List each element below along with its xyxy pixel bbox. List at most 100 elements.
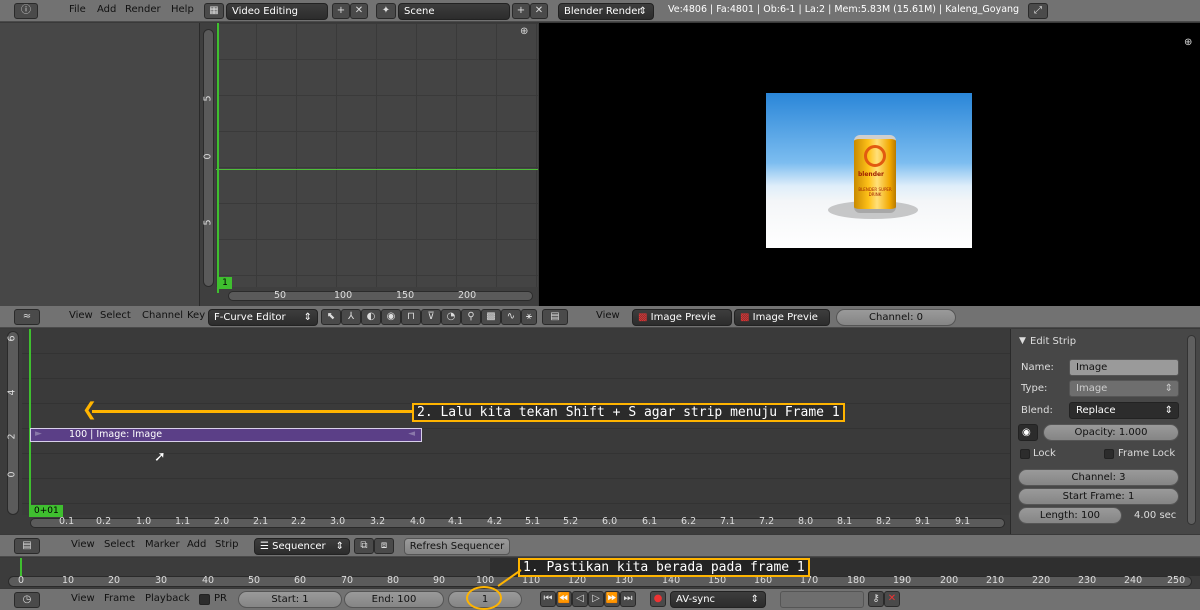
play-icon[interactable]: ▷	[588, 591, 604, 607]
menu-view[interactable]: View	[71, 539, 95, 550]
image-strip[interactable]: ► 100 | Image: Image ◄	[30, 428, 422, 442]
menu-add[interactable]: Add	[187, 539, 206, 550]
frame-lock-checkbox[interactable]	[1104, 449, 1114, 459]
lock-checkbox[interactable]	[1020, 449, 1030, 459]
start-frame-field[interactable]: Start Frame: 1	[1018, 488, 1179, 505]
jump-prev-keyframe-icon[interactable]: ⏪	[556, 591, 572, 607]
sequencer-playhead[interactable]	[29, 329, 31, 517]
checker-icon[interactable]: ▩	[481, 309, 501, 325]
preview-range-checkbox[interactable]	[199, 594, 210, 605]
start-frame-input[interactable]: Start: 1	[238, 591, 342, 608]
layout-selector[interactable]: Video Editing	[226, 3, 328, 20]
scene-icon[interactable]: ✦	[376, 3, 396, 19]
bone-icon[interactable]: ⚹	[521, 309, 537, 325]
menu-key[interactable]: Key	[187, 310, 205, 321]
name-field[interactable]: Image	[1069, 359, 1179, 376]
menu-channel[interactable]: Channel	[142, 310, 183, 321]
menu-add[interactable]: Add	[97, 4, 116, 15]
preview-mode-selector[interactable]: ▩ Image Previe	[734, 309, 830, 326]
menu-select[interactable]: Select	[104, 539, 135, 550]
editor-type-sequencer-icon[interactable]: ▤	[14, 538, 40, 554]
menu-playback[interactable]: Playback	[145, 593, 190, 604]
seq-y-tick: 0	[6, 471, 18, 478]
remove-layout-icon[interactable]: ✕	[350, 3, 368, 19]
strip-left-handle-icon[interactable]: ►	[35, 429, 42, 439]
channel-number-field[interactable]: Channel: 3	[1018, 469, 1179, 486]
curve-icon[interactable]: ∿	[501, 309, 521, 325]
menu-render[interactable]: Render	[125, 4, 161, 15]
channel-field[interactable]: Channel: 0	[836, 309, 956, 326]
render-engine-selector[interactable]: Blender Render ⇕	[558, 3, 654, 20]
fullscreen-icon[interactable]: ⤢	[1028, 3, 1048, 19]
opacity-toggle-icon[interactable]: ◉	[1018, 424, 1038, 441]
refresh-sequencer-button[interactable]: Refresh Sequencer	[404, 538, 510, 555]
sequencer-mode-selector[interactable]: ☰ Sequencer ⇕	[254, 538, 350, 555]
graph-editor-area: 5 0 5 1 50 100 150 200 ⊕	[0, 23, 538, 306]
menu-select[interactable]: Select	[100, 310, 131, 321]
menu-view[interactable]: View	[69, 310, 93, 321]
menu-view[interactable]: View	[596, 310, 620, 321]
seq-x-tick: 8.0	[798, 516, 814, 527]
keying-add-icon[interactable]: ⚷	[868, 591, 884, 607]
paste-icon[interactable]: ⚲	[461, 309, 481, 325]
region-plus-icon[interactable]: ⊕	[520, 26, 528, 37]
layout-icon[interactable]: ▦	[204, 3, 224, 19]
editor-type-graph-icon[interactable]: ≈	[14, 309, 40, 325]
menu-strip[interactable]: Strip	[215, 539, 239, 550]
play-reverse-icon[interactable]: ◁	[572, 591, 588, 607]
strip-right-handle-icon[interactable]: ◄	[408, 429, 415, 439]
blend-selector[interactable]: Replace ⇕	[1069, 402, 1179, 419]
filter-icon[interactable]: ◐	[361, 309, 381, 325]
menu-marker[interactable]: Marker	[145, 539, 180, 550]
jump-next-keyframe-icon[interactable]: ⏩	[604, 591, 620, 607]
editor-type-sequencer-icon[interactable]: ▤	[542, 309, 568, 325]
menu-frame[interactable]: Frame	[104, 593, 135, 604]
panel-scrollbar[interactable]	[1187, 335, 1196, 525]
auto-snap-icon[interactable]: ⊓	[401, 309, 421, 325]
end-frame-input[interactable]: End: 100	[344, 591, 444, 608]
paste-strips-icon[interactable]: ⧈	[374, 538, 394, 554]
jump-end-icon[interactable]: ⏭	[620, 591, 636, 607]
region-plus-icon[interactable]: ⊕	[1184, 37, 1192, 48]
sync-mode-selector[interactable]: AV-sync ⇕	[670, 591, 766, 608]
menu-file[interactable]: File	[69, 4, 86, 15]
lock-label[interactable]: Lock	[1033, 448, 1056, 459]
sequencer-vertical-scrollbar[interactable]	[7, 331, 19, 515]
dropdown-arrow-icon: ⇕	[638, 6, 647, 17]
jump-start-icon[interactable]: ⏮	[540, 591, 556, 607]
preview-range-label[interactable]: PR	[214, 593, 227, 604]
add-scene-icon[interactable]: +	[512, 3, 530, 19]
add-layout-icon[interactable]: +	[332, 3, 350, 19]
timeline-tick: 230	[1078, 575, 1097, 586]
keying-remove-icon[interactable]: ✕	[884, 591, 900, 607]
dropdown-arrow-icon: ⇕	[750, 594, 759, 605]
display-mode-selector[interactable]: ▩ Image Previe	[632, 309, 732, 326]
frame-lock-label[interactable]: Frame Lock	[1118, 448, 1175, 459]
editor-type-timeline-icon[interactable]: ◷	[14, 592, 40, 608]
graph-mode-selector[interactable]: F-Curve Editor ⇕	[208, 309, 318, 326]
keying-set-field[interactable]	[780, 591, 864, 608]
menu-view[interactable]: View	[71, 593, 95, 604]
ghost-curve-icon[interactable]: ⊽	[421, 309, 441, 325]
edit-strip-title[interactable]: Edit Strip	[1030, 336, 1076, 347]
graph-canvas[interactable]	[216, 23, 538, 287]
normalize-icon[interactable]: ◉	[381, 309, 401, 325]
length-field[interactable]: Length: 100	[1018, 507, 1122, 524]
record-icon[interactable]: ●	[650, 591, 666, 607]
menu-help[interactable]: Help	[171, 4, 194, 15]
panel-collapse-icon[interactable]: ▼	[1019, 336, 1026, 346]
properties-panel: ▼ Edit Strip Name: Image Type: Image ⇕ Bl…	[1010, 329, 1200, 534]
graph-playhead[interactable]	[217, 23, 219, 293]
scene-selector[interactable]: Scene	[398, 3, 510, 20]
mouse-cursor-icon: ➚	[154, 449, 166, 465]
editor-type-info-icon[interactable]: ⓘ	[14, 3, 38, 19]
seq-x-tick: 8.2	[876, 516, 892, 527]
copy-strips-icon[interactable]: ⧉	[354, 538, 374, 554]
dropdown-arrow-icon: ⇕	[1164, 383, 1173, 394]
copy-icon[interactable]: ◔	[441, 309, 461, 325]
only-selected-icon[interactable]: ⬉	[321, 309, 341, 325]
pivot-icon[interactable]: ⅄	[341, 309, 361, 325]
remove-scene-icon[interactable]: ✕	[530, 3, 548, 19]
checker-icon: ▩	[740, 312, 750, 323]
opacity-field[interactable]: Opacity: 1.000	[1043, 424, 1179, 441]
